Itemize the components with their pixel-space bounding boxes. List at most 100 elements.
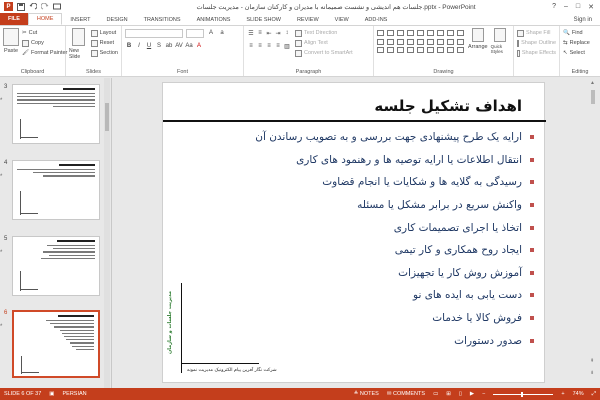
- grow-font-icon[interactable]: A: [207, 30, 215, 36]
- layout-button[interactable]: Layout: [90, 28, 118, 38]
- shrink-font-icon[interactable]: a: [218, 30, 226, 36]
- shape-icon[interactable]: [397, 38, 404, 45]
- redo-icon[interactable]: [40, 2, 49, 11]
- maximize-button[interactable]: □: [576, 3, 580, 11]
- shape-icon[interactable]: [437, 38, 444, 45]
- justify-icon[interactable]: ≡: [274, 43, 282, 49]
- tab-design[interactable]: DESIGN: [99, 15, 136, 25]
- increase-indent-icon[interactable]: ⇥: [274, 30, 282, 37]
- shape-icon[interactable]: [407, 38, 414, 45]
- columns-icon[interactable]: ▥: [283, 43, 291, 50]
- shape-icon[interactable]: [427, 30, 434, 36]
- shadow-icon[interactable]: S: [155, 43, 163, 49]
- align-left-icon[interactable]: ≡: [247, 43, 255, 49]
- font-size-box[interactable]: [186, 28, 204, 38]
- shape-fill-button[interactable]: Shape Fill: [517, 28, 556, 38]
- next-slide-icon[interactable]: ⇟: [590, 370, 594, 376]
- comments-button[interactable]: ✉ COMMENTS: [387, 391, 425, 397]
- underline-icon[interactable]: U: [145, 43, 153, 49]
- tab-animations[interactable]: ANIMATIONS: [189, 15, 239, 25]
- copy-button[interactable]: Copy: [22, 38, 67, 48]
- shape-effects-button[interactable]: Shape Effects: [517, 48, 556, 58]
- thumbnail-image-selected[interactable]: [12, 310, 100, 378]
- bullets-icon[interactable]: ☰: [247, 30, 255, 37]
- shape-icon[interactable]: [417, 47, 424, 54]
- section-button[interactable]: Section: [90, 48, 118, 58]
- slide-title[interactable]: اهداف تشکیل جلسه: [374, 97, 522, 115]
- numbering-icon[interactable]: ≡: [256, 30, 264, 36]
- bold-icon[interactable]: B: [125, 43, 133, 49]
- shape-icon[interactable]: [437, 30, 444, 36]
- shape-icon[interactable]: [447, 47, 454, 54]
- format-painter-button[interactable]: 🖌 Format Painter: [22, 48, 67, 58]
- undo-icon[interactable]: [29, 2, 38, 11]
- proofing-icon[interactable]: ▣: [49, 391, 54, 397]
- shape-icon[interactable]: [457, 47, 464, 54]
- shape-icon[interactable]: [417, 38, 424, 45]
- convert-smartart-button[interactable]: Convert to SmartArt: [295, 48, 353, 58]
- font-name-box[interactable]: [125, 28, 183, 38]
- tab-transitions[interactable]: TRANSITIONS: [136, 15, 189, 25]
- save-icon[interactable]: [17, 2, 25, 11]
- shape-icon[interactable]: [427, 47, 434, 54]
- slide[interactable]: اهداف تشکیل جلسه ارایه یک طرح پیشنهادی ج…: [162, 82, 546, 383]
- tab-home[interactable]: HOME: [27, 13, 63, 25]
- shape-icon[interactable]: [397, 47, 404, 54]
- thumbnail-scrollbar[interactable]: [104, 78, 110, 388]
- reading-view-icon[interactable]: ▯: [459, 391, 462, 397]
- new-slide-button[interactable]: New Slide: [69, 28, 88, 60]
- minimize-button[interactable]: –: [564, 3, 568, 11]
- reset-button[interactable]: Reset: [90, 38, 118, 48]
- start-slideshow-icon[interactable]: [53, 3, 61, 11]
- shape-icon[interactable]: [377, 30, 384, 36]
- shape-icon[interactable]: [417, 30, 424, 36]
- tab-file[interactable]: FILE: [0, 13, 28, 25]
- shape-icon[interactable]: [387, 38, 394, 45]
- zoom-out-icon[interactable]: −: [482, 391, 485, 397]
- bullet-list[interactable]: ارایه یک طرح پیشنهادی جهت بررسی و به تصو…: [204, 126, 534, 352]
- tab-add-ins[interactable]: ADD-INS: [357, 15, 396, 25]
- text-direction-button[interactable]: Text Direction: [295, 28, 353, 38]
- normal-view-icon[interactable]: ▭: [433, 391, 438, 397]
- zoom-in-icon[interactable]: +: [561, 391, 564, 397]
- zoom-slider[interactable]: [493, 391, 554, 397]
- shape-icon[interactable]: [447, 38, 454, 45]
- help-icon[interactable]: ?: [552, 3, 556, 11]
- paste-button[interactable]: Paste: [3, 28, 19, 58]
- tab-slide-show[interactable]: SLIDE SHOW: [238, 15, 289, 25]
- tab-insert[interactable]: INSERT: [62, 15, 98, 25]
- thumbnail-image[interactable]: [12, 84, 100, 144]
- italic-icon[interactable]: I: [135, 43, 143, 49]
- shape-icon[interactable]: [377, 47, 384, 54]
- shape-icon[interactable]: [387, 47, 394, 54]
- zoom-level[interactable]: 74%: [573, 391, 584, 397]
- scrollbar-thumb[interactable]: [591, 90, 595, 104]
- shape-icon[interactable]: [457, 38, 464, 45]
- change-case-icon[interactable]: Aa: [185, 43, 193, 49]
- font-color-icon[interactable]: A: [195, 43, 203, 49]
- cut-button[interactable]: ✂ Cut: [22, 28, 67, 38]
- thumbnail-image[interactable]: [12, 160, 100, 220]
- shape-icon[interactable]: [437, 47, 444, 54]
- shape-icon[interactable]: [427, 38, 434, 45]
- find-button[interactable]: 🔍 Find: [563, 28, 597, 38]
- replace-button[interactable]: ⇆ Replace: [563, 38, 597, 48]
- slide-sorter-icon[interactable]: ⊞: [446, 391, 451, 397]
- strikethrough-icon[interactable]: ab: [165, 43, 173, 49]
- fit-slide-icon[interactable]: ⤢: [592, 391, 596, 398]
- tab-review[interactable]: REVIEW: [289, 15, 327, 25]
- shapes-gallery[interactable]: [377, 28, 465, 54]
- sign-in-link[interactable]: Sign in: [566, 15, 600, 25]
- notes-button[interactable]: ≙ NOTES: [354, 391, 379, 397]
- shape-icon[interactable]: [457, 30, 464, 36]
- close-button[interactable]: ✕: [588, 3, 594, 11]
- shape-icon[interactable]: [407, 30, 414, 36]
- shape-icon[interactable]: [447, 30, 454, 36]
- thumbnail-image[interactable]: [12, 236, 100, 296]
- align-text-button[interactable]: Align Text: [295, 38, 353, 48]
- arrange-button[interactable]: Arrange: [468, 28, 488, 54]
- shape-icon[interactable]: [377, 38, 384, 45]
- select-button[interactable]: ↖ Select: [563, 48, 597, 58]
- tab-view[interactable]: VIEW: [327, 15, 357, 25]
- line-spacing-icon[interactable]: ↕: [283, 30, 291, 36]
